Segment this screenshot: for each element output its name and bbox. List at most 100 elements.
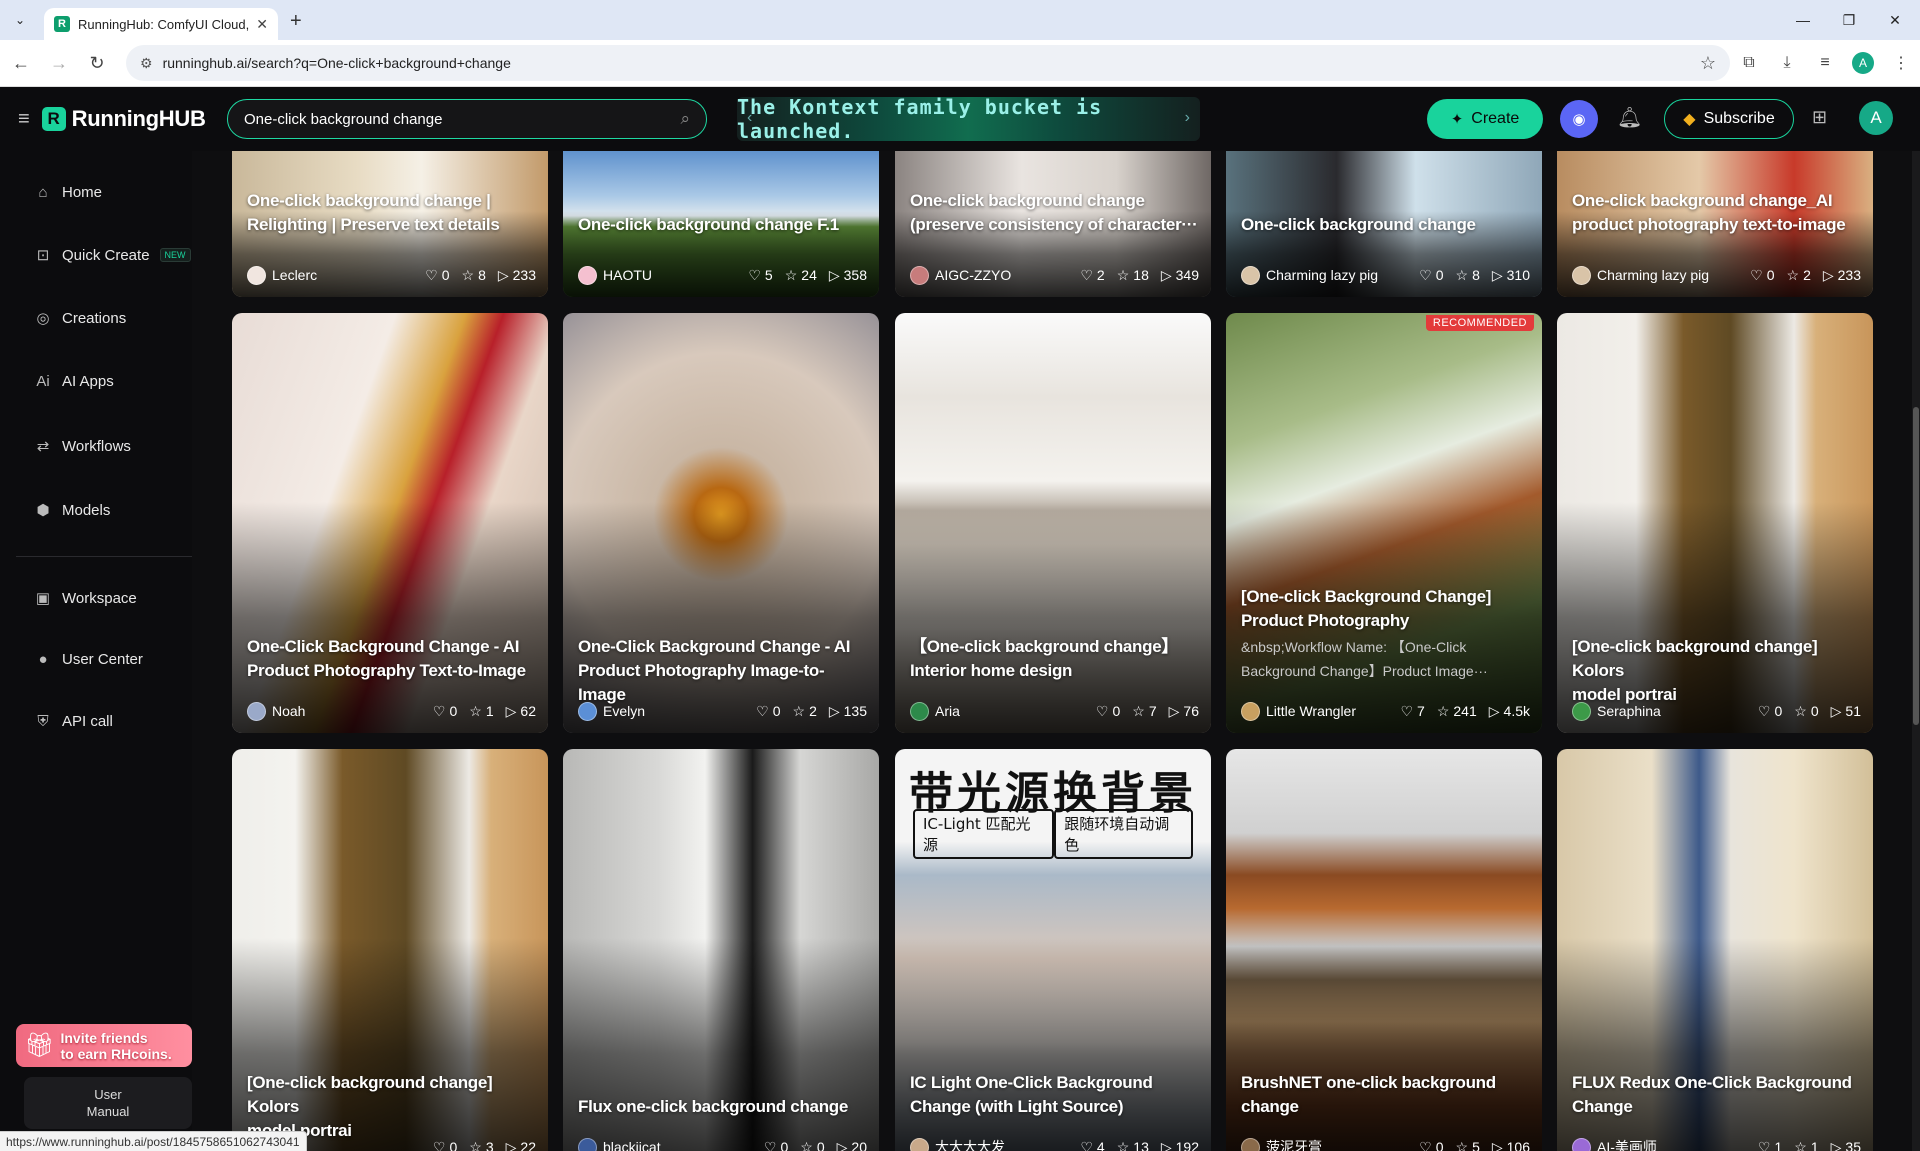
sidebar-item-workspace[interactable]: ▣ Workspace bbox=[34, 589, 137, 608]
banner-prev-icon[interactable]: ‹ bbox=[747, 109, 752, 127]
like-count[interactable]: ♡ 0 bbox=[1419, 1139, 1443, 1151]
like-count[interactable]: ♡ 4 bbox=[1080, 1139, 1104, 1151]
star-count[interactable]: ☆ 8 bbox=[1456, 267, 1480, 284]
workflow-card[interactable]: One-click background change F.1 HAOTU ♡ 5 ☆… bbox=[563, 151, 879, 297]
url-field[interactable]: ⚙ runninghub.ai/search?q=One-click+backg… bbox=[126, 45, 1730, 81]
sidebar-item-api-call[interactable]: ⛨ API call bbox=[34, 713, 113, 730]
workflow-card[interactable]: One-click background change (preserve con… bbox=[895, 151, 1211, 297]
sidebar-item-user-center[interactable]: ● User Center bbox=[34, 651, 142, 668]
like-count[interactable]: ♡ 0 bbox=[1419, 267, 1443, 284]
workflow-card[interactable]: One-click background change | Relighting … bbox=[232, 151, 548, 297]
workflow-card[interactable]: RECOMMENDED [One-click Background Change… bbox=[1226, 313, 1542, 733]
site-info-icon[interactable]: ⚙ bbox=[140, 55, 153, 72]
create-button[interactable]: ✦ Create bbox=[1427, 99, 1543, 139]
subscribe-button[interactable]: ◆ Subscribe bbox=[1664, 99, 1794, 139]
sidebar-item-creations[interactable]: ◎ Creations bbox=[34, 309, 126, 328]
user-manual-button[interactable]: User Manual bbox=[24, 1077, 192, 1129]
logo[interactable]: R RunningHUB bbox=[41, 106, 206, 132]
card-title: IC Light One-Click Background Change (wit… bbox=[910, 1071, 1199, 1119]
workflow-card[interactable]: [One-click background change] Kolorsmode… bbox=[1557, 313, 1873, 733]
forward-icon[interactable]: → bbox=[42, 46, 76, 80]
invite-friends-banner[interactable]: 🎁︎ Invite friends to earn RHcoins. bbox=[16, 1024, 192, 1067]
star-count[interactable]: ☆ 0 bbox=[1794, 703, 1818, 720]
star-count[interactable]: ☆ 2 bbox=[1787, 267, 1811, 284]
star-count[interactable]: ☆ 8 bbox=[462, 267, 486, 284]
scrollbar-thumb[interactable] bbox=[1913, 407, 1919, 725]
like-count[interactable]: ♡ 0 bbox=[433, 1139, 457, 1151]
new-tab-icon[interactable]: + bbox=[290, 10, 302, 33]
banner-next-icon[interactable]: › bbox=[1185, 109, 1190, 127]
tab-search-icon[interactable]: ⌄ bbox=[6, 6, 34, 34]
star-count[interactable]: ☆ 3 bbox=[469, 1139, 493, 1151]
workflow-card[interactable]: One-click background change Charming laz… bbox=[1226, 151, 1542, 297]
workflow-card[interactable]: FLUX Redux One-Click Background Change AI… bbox=[1557, 749, 1873, 1151]
heart-icon: ♡ bbox=[1757, 702, 1771, 719]
workflow-card[interactable]: Flux one-click background change blackii… bbox=[563, 749, 879, 1151]
bell-icon[interactable]: 🔔︎ bbox=[1617, 105, 1642, 130]
star-count[interactable]: ☆ 2 bbox=[793, 703, 817, 720]
like-count[interactable]: ♡ 0 bbox=[433, 703, 457, 720]
browser-tab[interactable]: R RunningHub: ComfyUI Cloud, C ✕ bbox=[44, 8, 278, 40]
card-author: HAOTU bbox=[603, 267, 652, 283]
manual-line: User bbox=[94, 1087, 122, 1102]
play-icon: ▷ bbox=[836, 1138, 848, 1151]
workflow-card[interactable]: One-Click Background Change - AI Product … bbox=[563, 313, 879, 733]
like-count[interactable]: ♡ 0 bbox=[425, 267, 449, 284]
star-count[interactable]: ☆ 0 bbox=[800, 1139, 824, 1151]
discord-icon[interactable]: ◉ bbox=[1560, 100, 1598, 138]
star-count[interactable]: ☆ 5 bbox=[1456, 1139, 1480, 1151]
sidebar-item-home[interactable]: ⌂ Home bbox=[34, 184, 102, 201]
star-count[interactable]: ☆ 24 bbox=[785, 267, 817, 284]
workflow-card[interactable]: [One-click background change] Kolorsmode… bbox=[232, 749, 548, 1151]
workflow-card[interactable]: One-Click Background Change - AI Product … bbox=[232, 313, 548, 733]
sidebar-item-models[interactable]: ⬢ Models bbox=[34, 501, 110, 520]
likes: 0 bbox=[441, 267, 450, 283]
sidebar-item-ai-apps[interactable]: Ai AI Apps bbox=[34, 373, 113, 390]
invite-line: Invite friends bbox=[60, 1029, 148, 1046]
user-avatar[interactable]: A bbox=[1859, 101, 1893, 135]
language-icon[interactable]: ⊞ bbox=[1812, 107, 1827, 128]
bookmark-star-icon[interactable]: ☆ bbox=[1700, 53, 1716, 74]
star-count[interactable]: ☆ 18 bbox=[1117, 267, 1149, 284]
restore-icon[interactable]: ❐ bbox=[1826, 0, 1872, 40]
like-count[interactable]: ♡ 0 bbox=[1758, 703, 1782, 720]
profile-button[interactable]: A bbox=[1844, 46, 1882, 80]
back-icon[interactable]: ← bbox=[4, 46, 38, 80]
workflow-card[interactable]: 带光源换背景 IC-Light 匹配光源 跟随环境自动调色 IC Light On… bbox=[895, 749, 1211, 1151]
like-count[interactable]: ♡ 0 bbox=[1096, 703, 1120, 720]
like-count[interactable]: ♡ 2 bbox=[1080, 267, 1104, 284]
search-box[interactable]: ⌕ bbox=[227, 99, 707, 139]
runs: 20 bbox=[851, 1139, 867, 1151]
workflow-card[interactable]: BrushNET one-click background change 菠泥牙膏… bbox=[1226, 749, 1542, 1151]
menu-icon[interactable]: ≡ bbox=[18, 108, 30, 131]
star-count[interactable]: ☆ 1 bbox=[1794, 1139, 1818, 1151]
like-count[interactable]: ♡ 0 bbox=[756, 703, 780, 720]
like-count[interactable]: ♡ 5 bbox=[748, 267, 772, 284]
reload-icon[interactable]: ↻ bbox=[80, 46, 114, 80]
workflow-card[interactable]: 【One-click background change】 Interior ho… bbox=[895, 313, 1211, 733]
close-window-icon[interactable]: ✕ bbox=[1872, 0, 1918, 40]
card-title-line: 【One-click background change】 bbox=[910, 637, 1179, 656]
browser-menu-icon[interactable]: ⋮ bbox=[1882, 46, 1920, 80]
star-count[interactable]: ☆ 1 bbox=[469, 703, 493, 720]
workflow-card[interactable]: One-click background change_AI product ph… bbox=[1557, 151, 1873, 297]
sidebar-item-quick-create[interactable]: ⊡ Quick Create NEW bbox=[34, 246, 191, 264]
sidebar-item-workflows[interactable]: ⇄ Workflows bbox=[34, 437, 131, 456]
extensions-icon[interactable]: ⧉ bbox=[1730, 46, 1768, 80]
close-tab-icon[interactable]: ✕ bbox=[256, 16, 268, 33]
author-avatar bbox=[910, 1137, 929, 1151]
announcement-banner[interactable]: ‹ The Kontext family bucket is launched.… bbox=[737, 95, 1200, 143]
like-count[interactable]: ♡ 0 bbox=[764, 1139, 788, 1151]
star-count[interactable]: ☆ 241 bbox=[1437, 703, 1477, 720]
search-input[interactable] bbox=[244, 110, 681, 128]
media-icon[interactable]: ≡ bbox=[1806, 46, 1844, 80]
like-count[interactable]: ♡ 1 bbox=[1758, 1139, 1782, 1151]
star-count[interactable]: ☆ 7 bbox=[1132, 703, 1156, 720]
minimize-icon[interactable]: — bbox=[1780, 0, 1826, 40]
like-count[interactable]: ♡ 0 bbox=[1750, 267, 1774, 284]
download-icon[interactable]: ⤓ bbox=[1768, 46, 1806, 80]
star-count[interactable]: ☆ 13 bbox=[1117, 1139, 1149, 1151]
search-icon[interactable]: ⌕ bbox=[680, 109, 690, 129]
like-count[interactable]: ♡ 7 bbox=[1400, 703, 1424, 720]
card-meta: Charming lazy pig ♡ 0 ☆ 8 ▷ 310 bbox=[1241, 265, 1530, 285]
